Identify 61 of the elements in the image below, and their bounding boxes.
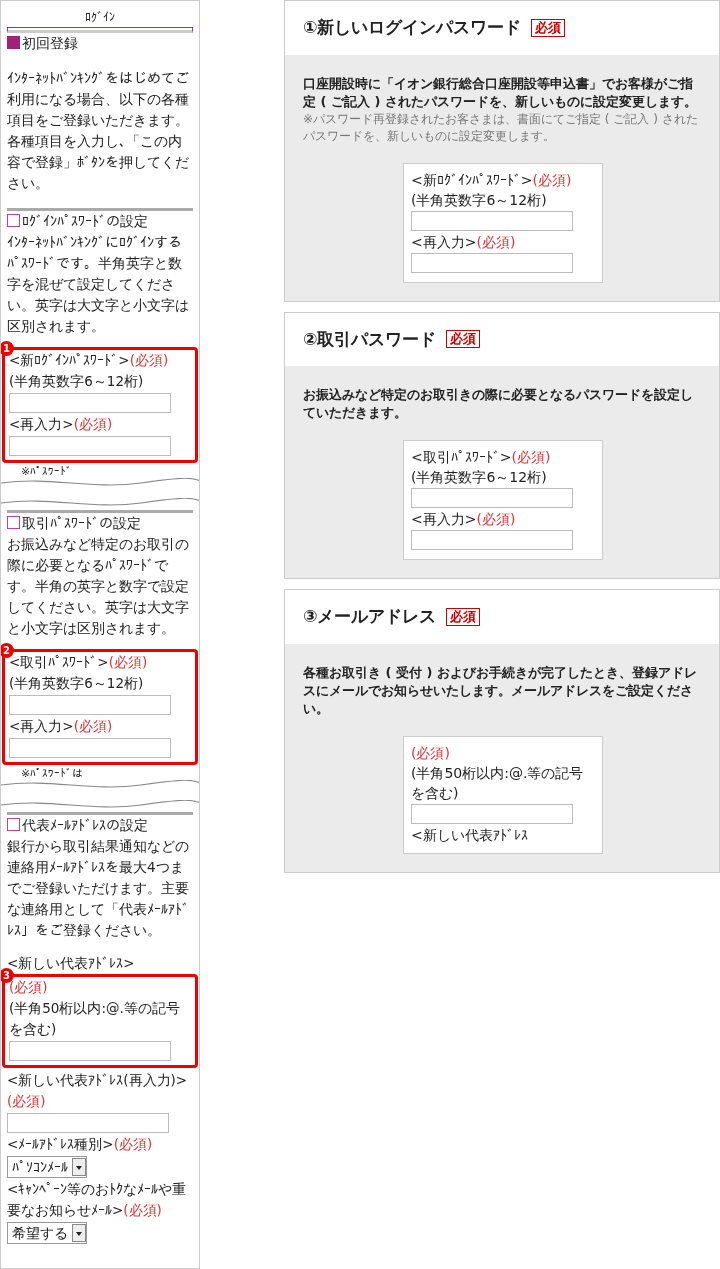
input-field[interactable] <box>411 252 573 273</box>
field-label: <再入力>(必須) <box>9 415 114 434</box>
required-badge: 必須 <box>531 18 566 37</box>
field-label: <再入力>(必須) <box>9 717 114 736</box>
input-field[interactable] <box>9 1041 171 1061</box>
square-icon <box>7 516 20 529</box>
hint-text: (半角英数字6～12桁) <box>9 674 145 693</box>
input-field[interactable] <box>9 436 171 456</box>
description-text: 口座開設時に「イオン銀行総合口座開設等申込書」でお客様がご指定 ( ご記入 ) されたパスワードを、新しいものに設定変更します。 <box>303 74 698 111</box>
field-label: <再入力>(必須) <box>411 510 517 529</box>
card-title: ②取引パスワード <box>303 327 437 351</box>
required-mark: (必須) <box>411 744 450 761</box>
section-text: お振込みなど特定のお取引の際に必要となるﾊﾟｽﾜｰﾄﾞです。半角の英字と数字で設定してください。英字は大文字と小文字は区別されます。 <box>7 535 190 638</box>
field-label: <新しい代表ｱﾄﾞﾚｽ <box>411 825 529 845</box>
hint-text: (半角50桁以内:@.等の記号を含む) <box>9 999 181 1039</box>
field-label: <新しい代表ｱﾄﾞﾚｽ(再入力)> (必須) <box>7 1071 189 1111</box>
card-title: ①新しいログインパスワード <box>303 16 522 39</box>
note-text: ※ﾊﾟｽﾜｰﾄﾞは <box>20 767 85 780</box>
field-label: <ﾒｰﾙｱﾄﾞﾚｽ種別>(必須) <box>7 1135 154 1154</box>
square-icon <box>7 818 20 831</box>
input-field[interactable] <box>411 530 573 550</box>
description-text: 各種お取引き ( 受付 ) およびお手続きが完了したとき、登録アドレスにメールでお知らせいたします。メールアドレスをご設定ください。 <box>303 663 698 718</box>
required-badge: 必須 <box>446 330 481 349</box>
section-title: 取引ﾊﾟｽﾜｰﾄﾞの設定 <box>7 513 141 534</box>
section-text: ｲﾝﾀｰﾈｯﾄﾊﾞﾝｷﾝｸﾞにﾛｸﾞｲﾝするﾊﾟｽﾜｰﾄﾞです。半角英字と数字を混ぜて設定してください。英字は大文字と小文字は区別されます。 <box>7 233 190 336</box>
caret-icon <box>72 1224 86 1242</box>
number-badge: 1 <box>1 341 14 356</box>
square-icon <box>7 214 20 227</box>
section-heading: 初回登録 <box>7 33 78 54</box>
hint-text: (半角50桁以内:@.等の記号を含む) <box>411 763 585 803</box>
section-text: 銀行から取引結果通知などの連絡用ﾒｰﾙｱﾄﾞﾚｽを最大4つまでご登録いただけます。主要な連絡用として「代表ﾒｰﾙｱﾄﾞﾚｽ」をご登録ください。 <box>7 837 190 940</box>
dropdown[interactable]: 希望する <box>7 1222 87 1244</box>
description-text: お振込みなど特定のお取引きの際に必要となるパスワードを設定していただきます。 <box>303 386 694 422</box>
hint-text: (半角英数字6～12桁) <box>411 190 548 210</box>
hint-text: (半角英数字6～12桁) <box>411 468 548 487</box>
input-field[interactable] <box>9 695 171 715</box>
input-field[interactable] <box>7 1113 169 1133</box>
caret-icon <box>72 1158 86 1176</box>
field-label: <新しい代表ｱﾄﾞﾚｽ> <box>7 954 136 971</box>
square-icon <box>7 36 20 49</box>
input-field[interactable] <box>9 738 171 758</box>
number-badge: 2 <box>1 643 14 658</box>
input-field[interactable] <box>411 210 573 231</box>
field-label: <ｷｬﾝﾍﾟｰﾝ等のおﾄｸなﾒｰﾙや重要なお知らせﾒｰﾙ>(必須) <box>7 1180 188 1220</box>
intro-text: 各種項目を入力し､「この内容で登録」ﾎﾞﾀﾝを押してください。 <box>7 132 190 193</box>
note-text: ※パスワード再登録されたお客さまは、書面にてご指定 ( ご記入 ) されたパスワードを、新しいものに設定変更します。 <box>303 110 699 145</box>
intro-text: ｲﾝﾀｰﾈｯﾄﾊﾞﾝｷﾝｸﾞをはじめてご利用になる場合、以下の各種項目をご登録いただきます。 <box>7 69 190 130</box>
field-label: <再入力>(必須) <box>411 232 517 252</box>
hint-text: (半角英数字6～12桁) <box>9 372 145 391</box>
input-field[interactable] <box>411 803 573 824</box>
note-text: ※ﾊﾟｽﾜｰﾄﾞ <box>20 465 74 478</box>
page-title: ﾛｸﾞｲﾝ <box>84 9 116 26</box>
card-title: ③メールアドレス <box>303 605 437 628</box>
dropdown[interactable]: ﾊﾟｿｺﾝﾒｰﾙ <box>7 1156 87 1178</box>
field-label: <取引ﾊﾟｽﾜｰﾄﾞ>(必須) <box>411 448 552 467</box>
field-label: <新ﾛｸﾞｲﾝﾊﾟｽﾜｰﾄﾞ>(必須) <box>411 170 573 190</box>
input-field[interactable] <box>9 393 171 413</box>
section-title: ﾛｸﾞｲﾝﾊﾟｽﾜｰﾄﾞの設定 <box>7 211 148 232</box>
input-field[interactable] <box>411 488 573 508</box>
required-badge: 必須 <box>446 607 481 626</box>
section-title: 代表ﾒｰﾙｱﾄﾞﾚｽの設定 <box>7 815 148 836</box>
